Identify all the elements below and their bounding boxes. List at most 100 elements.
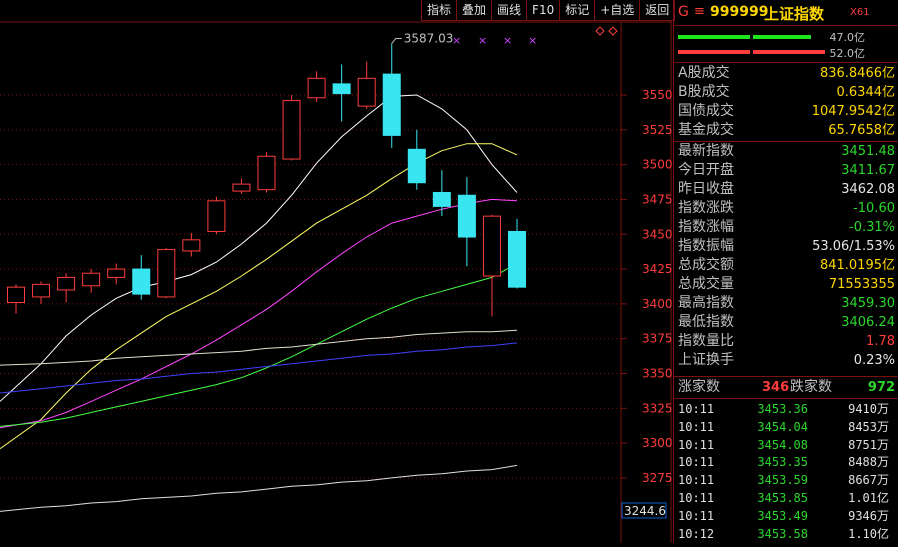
quote-label: 国债成交 bbox=[678, 103, 734, 119]
quote-label: 指数量比 bbox=[678, 333, 734, 349]
quote-row: 昨日收盘 3462.08 bbox=[676, 180, 897, 199]
tick-row: 10:11 3453.35 8488万 bbox=[676, 453, 897, 471]
back-button[interactable]: 返回 bbox=[639, 0, 676, 21]
tick-volume: 1.10亿 bbox=[848, 526, 889, 541]
tick-volume: 8667万 bbox=[848, 473, 889, 488]
quote-value: -10.60 bbox=[853, 201, 895, 216]
tick-time: 10:11 bbox=[678, 455, 715, 470]
quote-label: B股成交 bbox=[678, 84, 730, 100]
add-watchlist-button[interactable]: +自选 bbox=[594, 0, 641, 21]
candle-body bbox=[508, 230, 526, 288]
tick-price: 3453.49 bbox=[757, 508, 808, 523]
quote-value: 53.06/1.53% bbox=[812, 239, 895, 254]
tick-price: 3453.36 bbox=[757, 402, 808, 416]
y-tick-label: 3525 bbox=[642, 123, 672, 137]
tick-row: 10:11 3453.85 1.01亿 bbox=[676, 489, 897, 507]
divider bbox=[674, 62, 898, 63]
sell-volume-value: 52.0亿 bbox=[829, 47, 866, 60]
candle-body bbox=[132, 268, 151, 295]
quote-label: 总成交额 bbox=[678, 257, 734, 273]
quote-label: 总成交量 bbox=[678, 276, 734, 292]
menu-icon[interactable]: ≡ bbox=[694, 4, 705, 19]
quote-label: 最低指数 bbox=[678, 314, 734, 330]
quote-row: A股成交 836.8466亿 bbox=[676, 64, 897, 83]
quote-value: 3406.24 bbox=[841, 315, 895, 330]
quote-row: 最低指数 3406.24 bbox=[676, 313, 897, 332]
advance-label: 涨家数 bbox=[678, 379, 720, 395]
quote-value: 3451.48 bbox=[841, 144, 895, 159]
decline-label: 跌家数 bbox=[790, 379, 832, 395]
g-icon[interactable]: G bbox=[678, 4, 689, 20]
candle-body bbox=[382, 73, 401, 136]
tick-time: 10:11 bbox=[678, 508, 715, 523]
quote-value: 1047.9542亿 bbox=[811, 104, 895, 119]
moving-average-line-ma250 bbox=[0, 342, 518, 394]
marker-x-icon: × bbox=[478, 34, 487, 47]
panel-header: G ≡ 999999 上证指数 X61 bbox=[674, 0, 898, 24]
tick-time: 10:11 bbox=[678, 437, 715, 452]
quote-label: 最高指数 bbox=[678, 295, 734, 311]
mark-button[interactable]: 标记 bbox=[559, 0, 596, 21]
candle-body bbox=[82, 272, 101, 287]
quote-value: 1.78 bbox=[866, 334, 895, 349]
candle-body bbox=[157, 249, 176, 298]
tick-volume: 9410万 bbox=[848, 402, 889, 416]
decline-value: 972 bbox=[867, 380, 895, 395]
moving-average-line-ma60 bbox=[0, 263, 518, 427]
candle-body bbox=[282, 100, 301, 160]
buy-volume-bar-1 bbox=[678, 35, 750, 39]
y-tick-label: 3350 bbox=[642, 367, 672, 381]
quote-label: 今日开盘 bbox=[678, 162, 734, 178]
candlestick-chart[interactable]: 3550 3525 3500 3475 3450 3425 3400 3375 3350 3325… bbox=[0, 0, 673, 543]
tick-price: 3454.08 bbox=[757, 437, 808, 452]
y-tick-label: 3300 bbox=[642, 436, 672, 450]
divider bbox=[674, 398, 898, 399]
buy-volume-value: 47.0亿 bbox=[829, 31, 866, 44]
marker-x-icon: × bbox=[503, 34, 512, 47]
quote-row: 总成交额 841.0195亿 bbox=[676, 256, 897, 275]
quote-label: 上证换手 bbox=[678, 352, 734, 368]
candle-body bbox=[57, 276, 76, 291]
draw-line-button[interactable]: 画线 bbox=[491, 0, 528, 21]
moving-average-line-ma5 bbox=[0, 94, 518, 402]
y-tick-label: 3475 bbox=[642, 192, 672, 206]
tick-time: 10:11 bbox=[678, 473, 715, 488]
f10-button[interactable]: F10 bbox=[526, 0, 561, 21]
quote-label: 最新指数 bbox=[678, 143, 734, 159]
sell-volume-bar-2 bbox=[753, 50, 825, 54]
diamond-icon bbox=[608, 26, 618, 36]
quote-panel: G ≡ 999999 上证指数 X61 47.0亿 52.0亿 A股成交 836.… bbox=[673, 0, 898, 543]
quote-row: 今日开盘 3411.67 bbox=[676, 161, 897, 180]
indicator-button[interactable]: 指标 bbox=[421, 0, 458, 21]
quote-label: 指数涨跌 bbox=[678, 200, 734, 216]
moving-average-line-ma_white_low bbox=[0, 464, 518, 512]
quote-value: 0.6344亿 bbox=[836, 85, 896, 100]
candle-body bbox=[232, 183, 251, 192]
overlay-button[interactable]: 叠加 bbox=[456, 0, 493, 21]
marker-x-icon: × bbox=[452, 34, 461, 47]
sell-volume-bar-1 bbox=[678, 50, 750, 54]
candle-body bbox=[182, 239, 201, 252]
tick-time: 10:11 bbox=[678, 491, 715, 505]
candle-body bbox=[357, 77, 376, 107]
tick-price: 3453.58 bbox=[757, 526, 808, 541]
candle-body bbox=[257, 155, 276, 191]
y-tick-label: 3325 bbox=[642, 401, 672, 415]
tick-time: 10:11 bbox=[678, 419, 715, 434]
tick-row: 10:11 3453.59 8667万 bbox=[676, 471, 897, 489]
quote-row: 上证换手 0.23% bbox=[676, 351, 897, 370]
tick-row: 10:11 3454.04 8453万 bbox=[676, 418, 897, 436]
moving-average-line-ma120 bbox=[0, 329, 518, 366]
quote-label: 昨日收盘 bbox=[678, 181, 734, 197]
chart-canvas[interactable]: 3550 3525 3500 3475 3450 3425 3400 3375 3350 3325… bbox=[0, 0, 673, 543]
candle-body bbox=[32, 283, 51, 298]
quote-value: 3462.08 bbox=[841, 182, 895, 197]
buy-volume-bar-2 bbox=[753, 35, 811, 39]
index-name: 上证指数 bbox=[764, 5, 825, 23]
quote-value: 841.0195亿 bbox=[819, 258, 895, 273]
quote-value: 0.23% bbox=[853, 353, 895, 368]
quote-label: 指数振幅 bbox=[678, 238, 734, 254]
toolbar: 指标 叠加 画线 F10 标记 +自选 返回 bbox=[421, 0, 676, 22]
quote-label: 基金成交 bbox=[678, 122, 734, 138]
candle-body bbox=[432, 191, 451, 207]
